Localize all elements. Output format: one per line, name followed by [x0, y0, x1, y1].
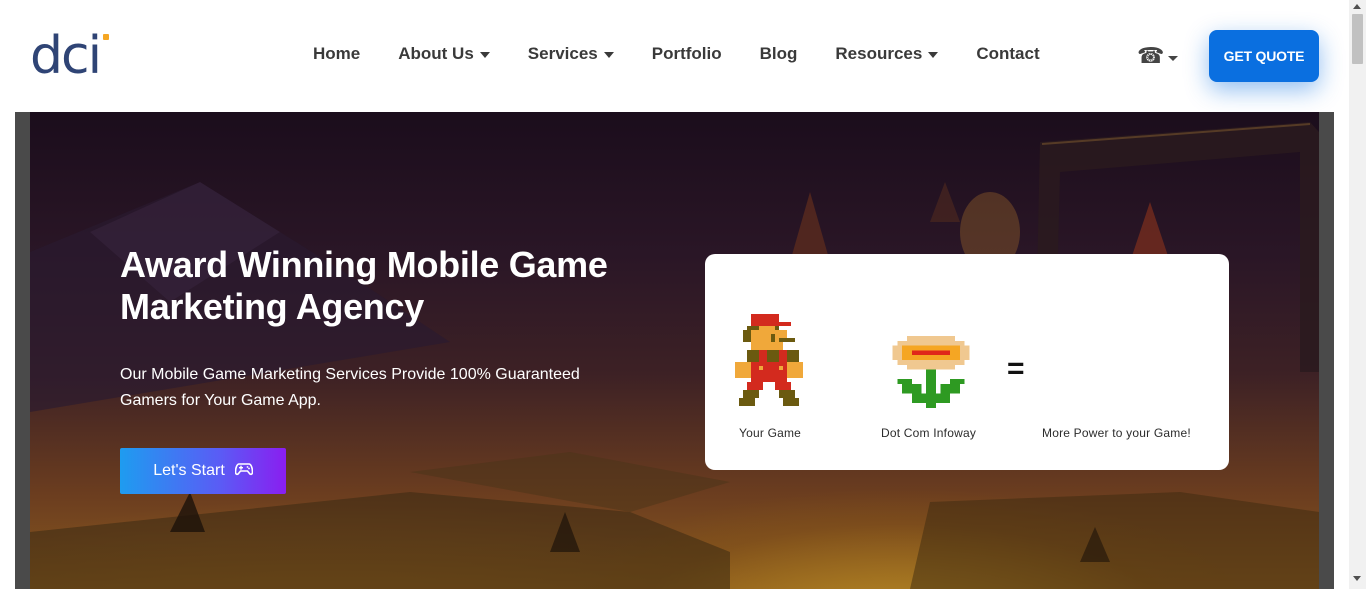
- nav-item-services[interactable]: Services: [528, 44, 614, 64]
- logo-accent-dot: [103, 34, 109, 40]
- nav-item-label: Services: [527, 44, 598, 63]
- nav-item-blog[interactable]: Blog: [760, 44, 798, 64]
- scroll-down-arrow-icon[interactable]: [1353, 576, 1361, 581]
- nav-item-label: About Us: [398, 44, 474, 63]
- phone-dropdown[interactable]: ☎: [1137, 43, 1179, 68]
- hero-subtitle: Our Mobile Game Marketing Services Provi…: [120, 366, 580, 409]
- equals-sign: =: [1007, 352, 1025, 385]
- nav-item-home[interactable]: Home: [313, 44, 360, 64]
- caret-down-icon: [928, 51, 939, 58]
- caret-down-icon: [479, 51, 490, 58]
- gamepad-icon: [234, 462, 254, 481]
- lets-start-label: Let's Start: [153, 462, 225, 479]
- nav-item-label: Resources: [835, 44, 923, 63]
- nav-item-label: Contact: [976, 44, 1040, 63]
- caret-down-icon: [1168, 55, 1179, 61]
- nav-item-contact[interactable]: Contact: [976, 44, 1039, 64]
- nav-item-label: Home: [313, 44, 361, 63]
- scrollbar-thumb[interactable]: [1352, 14, 1363, 64]
- more-power-label: More Power to your Game!: [1042, 426, 1191, 440]
- site-header: dci Home About Us Services Portfolio Blo…: [0, 0, 1349, 112]
- nav-item-portfolio[interactable]: Portfolio: [652, 44, 722, 64]
- get-quote-button[interactable]: GET QUOTE: [1209, 30, 1319, 82]
- dot-com-infoway-label: Dot Com Infoway: [881, 426, 977, 440]
- mario-sprite-icon: [735, 314, 803, 406]
- main-nav: Home About Us Services Portfolio Blog Re…: [313, 44, 1078, 64]
- nav-item-label: Blog: [759, 44, 798, 63]
- fire-flower-icon: [892, 336, 970, 408]
- logo-text: dci: [30, 26, 102, 86]
- nav-item-label: Portfolio: [651, 44, 722, 63]
- your-game-label: Your Game: [739, 426, 802, 440]
- hero-title: Award Winning Mobile Game Marketing Agen…: [120, 244, 608, 327]
- phone-icon: ☎: [1137, 43, 1165, 68]
- page: dci Home About Us Services Portfolio Blo…: [0, 0, 1366, 589]
- scroll-up-arrow-icon[interactable]: [1353, 4, 1361, 9]
- page-scrollbar[interactable]: [1349, 0, 1366, 589]
- lets-start-button[interactable]: Let's Start: [120, 448, 286, 494]
- logo[interactable]: dci: [30, 26, 109, 86]
- hero-banner: Award Winning Mobile Game Marketing Agen…: [30, 112, 1319, 589]
- equation-card: = Your Game Dot Com Infoway More Power t…: [705, 254, 1229, 470]
- nav-item-resources[interactable]: Resources: [835, 44, 939, 64]
- nav-item-about-us[interactable]: About Us: [398, 44, 490, 64]
- caret-down-icon: [603, 51, 614, 58]
